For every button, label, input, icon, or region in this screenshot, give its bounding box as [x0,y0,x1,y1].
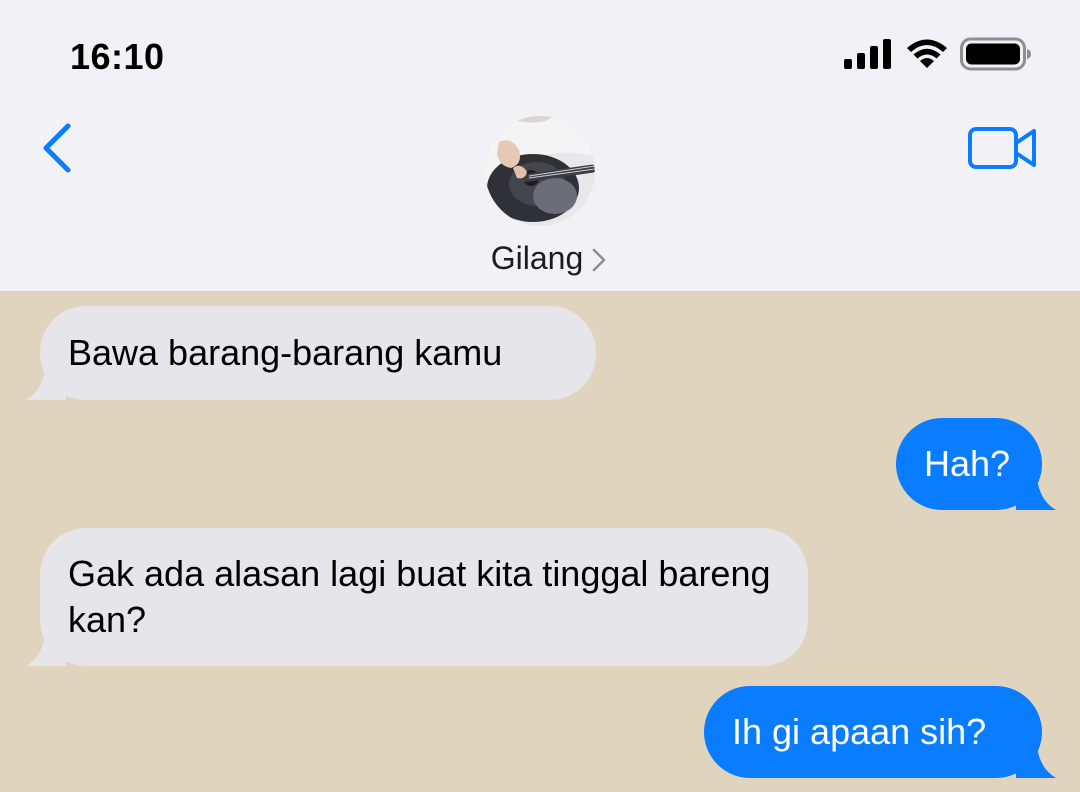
battery-full-icon [960,37,1032,76]
bubble-tail [1016,470,1056,510]
contact-avatar[interactable] [485,116,595,226]
video-camera-icon [968,127,1036,169]
video-call-button[interactable] [968,124,1038,172]
message-text: Hah? [924,443,1011,484]
guitar-avatar [485,116,595,226]
message-text: Bawa barang-barang kamu [68,332,503,373]
status-time: 16:10 [70,36,165,77]
contact-name: Gilang [490,240,584,276]
message-text: Gak ada alasan lagi buat kita tinggal ba… [68,553,771,640]
cellular-signal-icon [844,38,894,74]
message-text: Ih gi apaan sih? [732,711,987,752]
wifi-icon [906,38,948,75]
chevron-right-icon [593,248,606,271]
bubble-tail [26,626,66,666]
back-button[interactable] [36,118,86,178]
outgoing-message-bubble[interactable]: Ih gi apaan sih? [704,686,1056,778]
chevron-left-icon [43,123,71,173]
conversation-header: 16:10 Gilang [0,0,1080,292]
incoming-message-bubble[interactable]: Bawa barang-barang kamu [26,306,596,400]
contact-name-button[interactable]: Gilang [0,240,1080,277]
bubble-tail [1016,738,1056,778]
bubble-tail [26,360,66,400]
status-icons [844,37,1032,76]
outgoing-message-bubble[interactable]: Hah? [896,418,1056,510]
incoming-message-bubble[interactable]: Gak ada alasan lagi buat kita tinggal ba… [26,528,808,666]
